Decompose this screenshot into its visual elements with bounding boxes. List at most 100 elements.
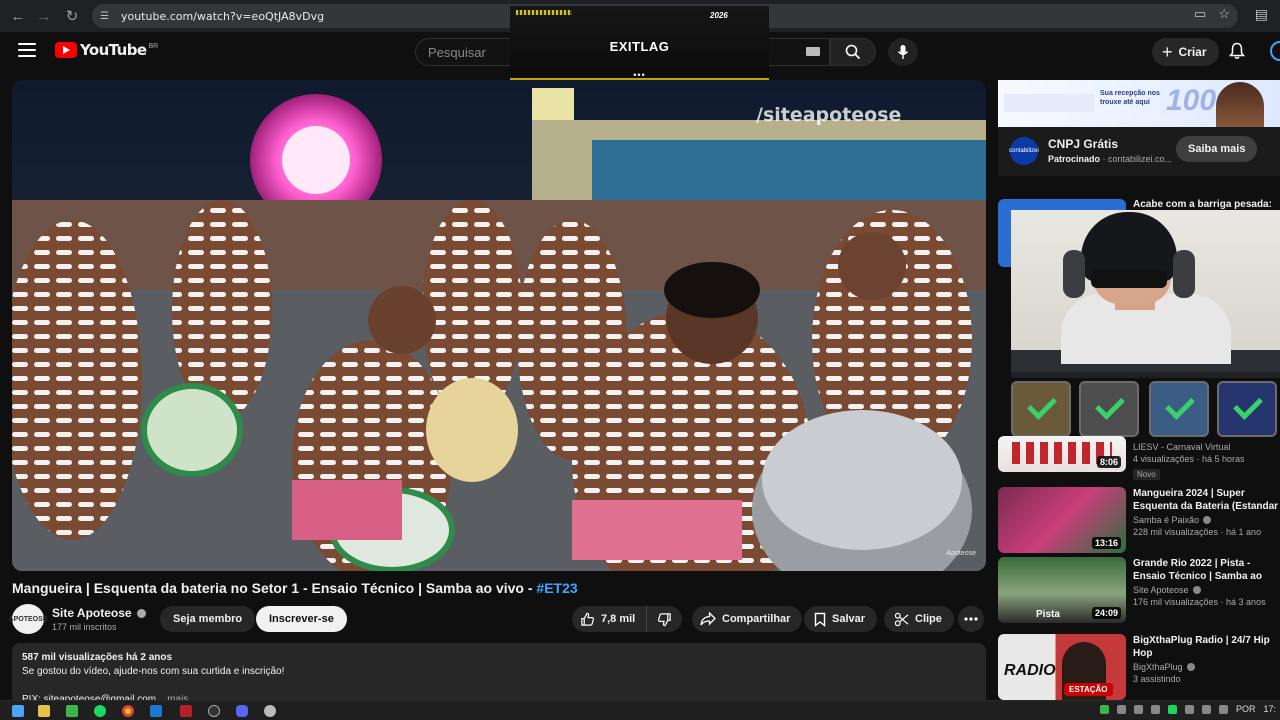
windows-taskbar: POR 17: (0, 700, 1280, 720)
live-badge: ESTAÇÃO (1064, 683, 1113, 696)
notifications-bell-icon[interactable] (1229, 42, 1245, 60)
description-line-1: Se gostou do vídeo, ajude-nos com sua cu… (22, 666, 285, 677)
volume-icon[interactable] (1218, 704, 1228, 714)
back-icon[interactable]: ← (4, 2, 32, 30)
windows-start-icon[interactable] (12, 705, 24, 717)
overlay-badge: 2026 (710, 11, 728, 20)
plus-icon: + (1162, 42, 1173, 62)
learn-more-button[interactable]: Saiba mais (1176, 136, 1258, 162)
discord-icon[interactable] (236, 705, 248, 717)
share-label: Compartilhar (722, 613, 791, 625)
bookmark-star-icon[interactable]: ☆ (1218, 6, 1230, 22)
logo-region: BR (148, 42, 159, 50)
share-button[interactable]: Compartilhar (692, 606, 803, 632)
video-watermark: /siteapoteose (756, 104, 902, 126)
thumbnail-label: Pista (1036, 609, 1060, 620)
recommendation-thumbnail: 8:06 (998, 436, 1126, 472)
dislike-button[interactable] (646, 606, 682, 632)
tray-icon[interactable] (1150, 704, 1160, 714)
clip-button[interactable]: Clipe (884, 606, 954, 632)
create-button[interactable]: + Criar (1152, 38, 1219, 66)
create-label: Criar (1178, 45, 1207, 59)
chrome-icon[interactable] (122, 705, 134, 717)
overlay-brand: EXITLAG (609, 39, 670, 54)
recommendation-channel: BigXthaPlug (1133, 662, 1183, 672)
promo-title[interactable]: Acabe com a barriga pesada: (1133, 199, 1272, 210)
check-icon (1165, 390, 1195, 420)
cast-icon[interactable]: ▭ (1194, 6, 1206, 22)
file-explorer-icon[interactable] (38, 705, 50, 717)
recommendation-channel: Samba é Paixão (1133, 515, 1200, 525)
spotify-icon[interactable] (94, 705, 106, 717)
input-language[interactable]: POR (1236, 704, 1256, 714)
recommendation-title: Mangueira 2024 | Super Esquenta da Bater… (1133, 488, 1279, 512)
recommendation-meta: 228 mil visualizações · há 1 ano (1133, 527, 1262, 537)
like-button[interactable]: 7,8 mil (572, 606, 646, 632)
video-player[interactable]: /siteapoteose Apoteose (12, 80, 986, 571)
video-duration: 24:09 (1091, 607, 1121, 619)
settings-icon[interactable] (264, 705, 276, 717)
channel-avatar[interactable]: APOTEOSE (9, 604, 47, 634)
verified-icon (1186, 663, 1195, 671)
voice-search-button[interactable] (888, 38, 918, 66)
overlay-tile-4 (1217, 381, 1277, 437)
verified-icon (136, 608, 146, 618)
app-icon-2[interactable] (150, 705, 162, 717)
tray-icon[interactable] (1184, 704, 1194, 714)
clock[interactable]: 17: (1263, 704, 1276, 714)
more-actions-button[interactable] (958, 606, 984, 632)
overlay-tile-2 (1079, 381, 1139, 437)
video-duration: 8:06 (1096, 456, 1121, 468)
video-hashtag-link[interactable]: #ET23 (536, 580, 577, 596)
tray-icon[interactable] (1116, 704, 1126, 714)
description-box[interactable]: 587 mil visualizações há 2 anos Se gosto… (12, 643, 986, 705)
youtube-play-icon (55, 42, 77, 58)
wifi-icon[interactable] (1201, 704, 1211, 714)
overlay-dots: ••• (633, 70, 646, 80)
subscriber-count: 177 mil inscritos (52, 622, 117, 632)
thumbnail-label: RADIO (1004, 662, 1056, 679)
recommendation-item[interactable]: 13:16 Mangueira 2024 | Super Esquenta da… (998, 487, 1280, 553)
ad-banner-number: 100 (1166, 84, 1217, 117)
recommendation-item[interactable]: RADIO ESTAÇÃO BigXthaPlug Radio | 24/7 H… (998, 634, 1280, 700)
ad-banner[interactable]: Sua recepção nos trouxe até aqui 100 (998, 80, 1280, 127)
webcam-person-cap-brim (1091, 270, 1167, 288)
check-icon (1027, 390, 1057, 420)
channel-name-text: Site Apoteose (52, 606, 132, 620)
keyboard-icon[interactable] (806, 47, 820, 56)
search-button[interactable] (830, 38, 876, 66)
forward-icon[interactable]: → (30, 2, 58, 30)
headset-right (1173, 250, 1195, 298)
site-info-icon[interactable]: ☰ (100, 11, 109, 22)
subscribe-button[interactable]: Inscrever-se (256, 606, 347, 632)
save-button[interactable]: Salvar (804, 606, 878, 632)
app-icon-3[interactable] (180, 705, 192, 717)
recommendation-item[interactable]: Pista 24:09 Grande Rio 2022 | Pista - En… (998, 557, 1280, 623)
recommendation-title: BigXthaPlug Radio | 24/7 Hip Hop (1133, 635, 1270, 659)
youtube-logo[interactable]: YouTube BR (55, 41, 158, 59)
tray-icon[interactable] (1099, 704, 1109, 714)
chrome-side-panel-icon[interactable]: ▤ (1255, 6, 1268, 23)
ad-sponsored: Patrocinado · contabilizei.co... (1048, 154, 1173, 164)
share-icon (700, 612, 716, 626)
join-button[interactable]: Seja membro (160, 606, 256, 632)
channel-name[interactable]: Site Apoteose (52, 606, 146, 620)
tray-icon[interactable] (1167, 704, 1177, 714)
check-icon (1095, 390, 1125, 420)
thumbs-down-icon (658, 612, 671, 626)
overlay-stripe (516, 10, 572, 15)
menu-icon[interactable] (18, 43, 36, 57)
tray-icon[interactable] (1133, 704, 1143, 714)
app-icon[interactable] (66, 705, 78, 717)
recommendation-thumbnail: Pista 24:09 (998, 557, 1126, 623)
reload-icon[interactable]: ↻ (58, 2, 86, 30)
video-frame (12, 80, 986, 571)
recommendation-thumbnail: 13:16 (998, 487, 1126, 553)
ad-sponsored-label: Patrocinado (1048, 154, 1101, 164)
exitlag-overlay: 2026 EXITLAG ••• (510, 6, 769, 80)
obs-icon[interactable] (208, 705, 220, 717)
recommendation-meta: 4 visualizações · há 5 horas (1133, 454, 1245, 464)
recommendation-channel: Site Apoteose (1133, 585, 1189, 595)
bookmark-icon (814, 612, 826, 627)
account-avatar[interactable] (1270, 41, 1280, 61)
